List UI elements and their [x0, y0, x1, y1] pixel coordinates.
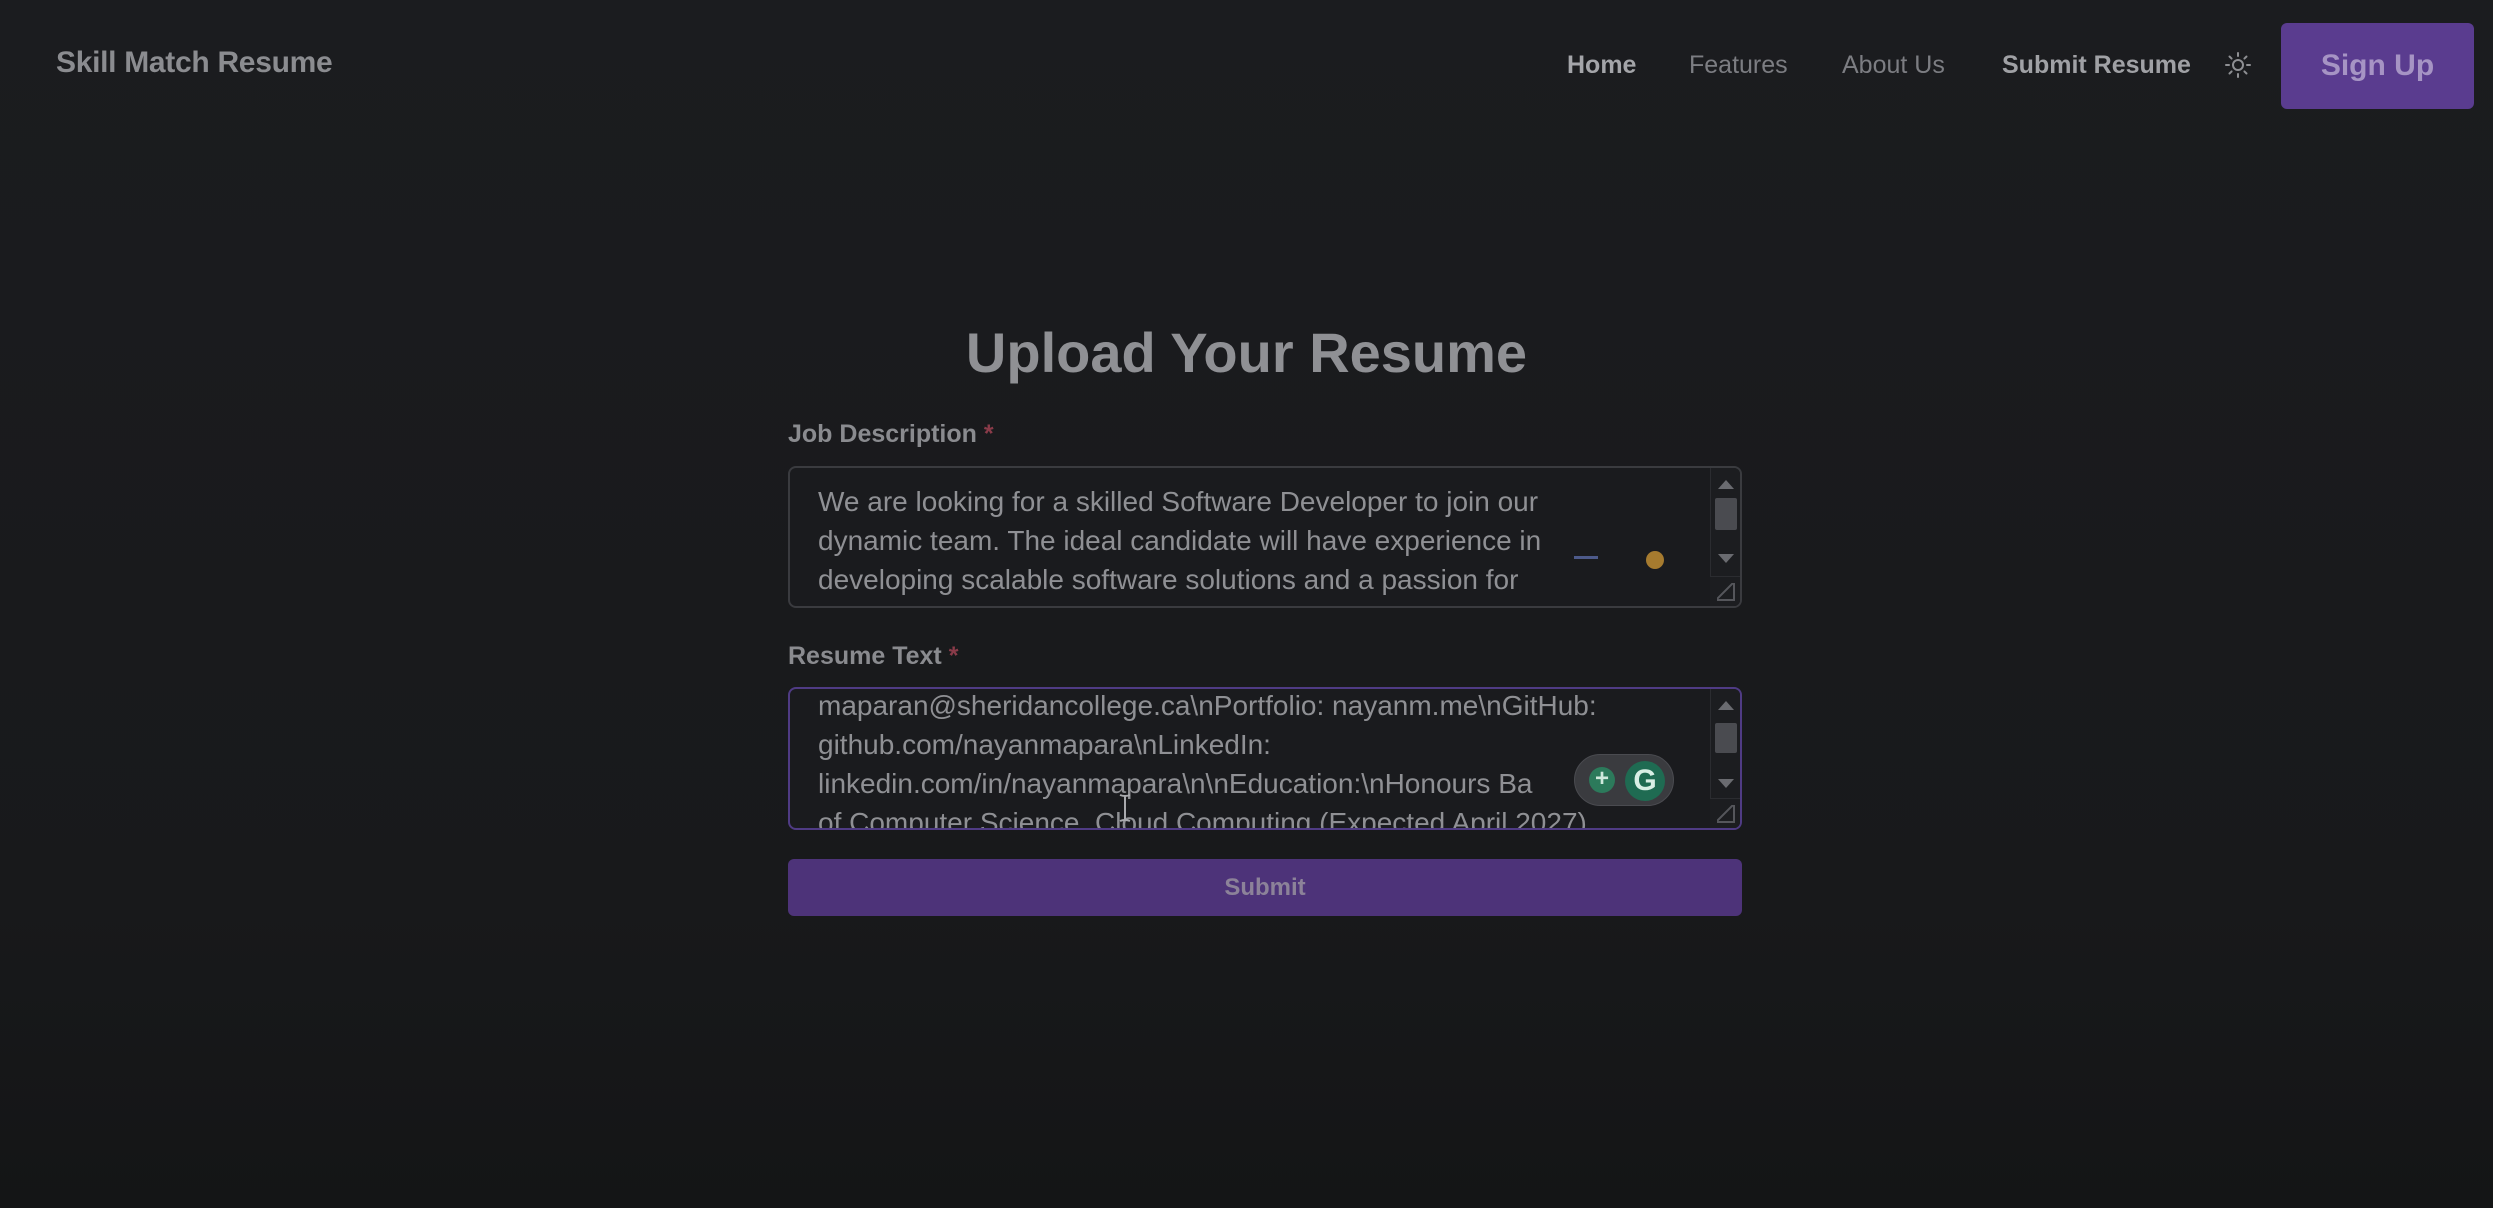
- brand-logo-text[interactable]: Skill Match Resume: [56, 46, 333, 80]
- scroll-thumb[interactable]: [1715, 723, 1737, 753]
- job-description-value[interactable]: We are looking for a skilled Software De…: [818, 482, 1680, 599]
- resume-text-label: Resume Text *: [788, 642, 958, 671]
- nav-link-features[interactable]: Features: [1689, 51, 1788, 80]
- scroll-down-arrow-icon[interactable]: [1718, 779, 1734, 788]
- required-mark: *: [948, 642, 959, 670]
- grammarly-icon[interactable]: + G: [1574, 754, 1674, 806]
- grammar-plus-icon[interactable]: +: [1589, 767, 1615, 793]
- resume-text-value[interactable]: maparan@sheridancollege.ca\nPortfolio: n…: [818, 689, 1680, 828]
- resize-grip-icon[interactable]: [1710, 576, 1740, 606]
- sun-icon[interactable]: [2224, 51, 2252, 79]
- text-cursor-icon: [1118, 793, 1132, 823]
- spelling-underline: [1574, 556, 1598, 559]
- job-description-textarea[interactable]: We are looking for a skilled Software De…: [788, 466, 1742, 608]
- job-description-label: Job Description *: [788, 420, 994, 449]
- scroll-up-arrow-icon[interactable]: [1718, 701, 1734, 710]
- scroll-down-arrow-icon[interactable]: [1718, 554, 1734, 563]
- submit-button[interactable]: Submit: [788, 859, 1742, 916]
- required-mark: *: [983, 420, 994, 448]
- scroll-thumb[interactable]: [1715, 498, 1737, 530]
- nav-link-submit-resume[interactable]: Submit Resume: [2002, 51, 2191, 80]
- job-description-label-text: Job Description: [788, 420, 977, 448]
- grammar-g-icon[interactable]: G: [1625, 761, 1665, 801]
- scroll-up-arrow-icon[interactable]: [1718, 480, 1734, 489]
- navbar: Skill Match Resume Home Features About U…: [0, 0, 2493, 132]
- nav-link-about-us[interactable]: About Us: [1842, 51, 1945, 80]
- resume-text-label-text: Resume Text: [788, 642, 942, 670]
- nav-link-home[interactable]: Home: [1567, 51, 1636, 80]
- status-dot-icon[interactable]: [1646, 551, 1664, 569]
- resize-grip-icon[interactable]: [1710, 798, 1740, 828]
- page-title: Upload Your Resume: [965, 321, 1528, 384]
- sign-up-button[interactable]: Sign Up: [2281, 23, 2474, 109]
